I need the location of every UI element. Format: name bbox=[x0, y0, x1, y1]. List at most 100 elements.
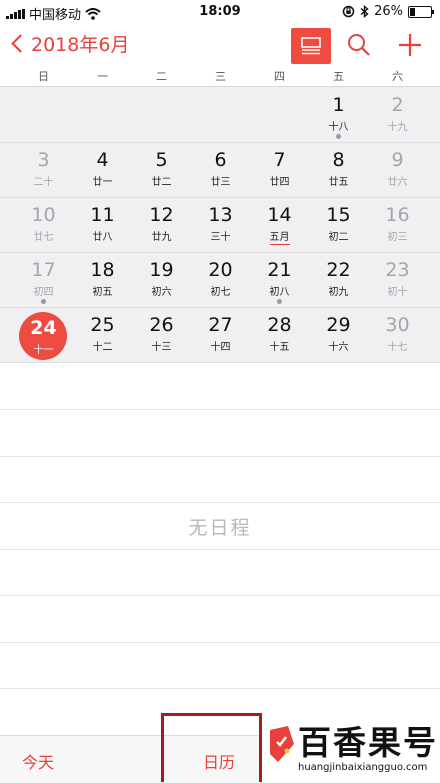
day-number: 23 bbox=[385, 259, 410, 281]
search-icon bbox=[348, 34, 370, 56]
lunar-date: 十三 bbox=[151, 342, 172, 353]
day-number: 4 bbox=[96, 149, 109, 171]
divider bbox=[0, 688, 440, 689]
day-cell[interactable]: 5 廿二 bbox=[132, 142, 191, 197]
lunar-date: 廿六 bbox=[387, 177, 408, 188]
day-cell[interactable]: 22 初九 bbox=[309, 252, 368, 307]
day-cell[interactable]: 15 初二 bbox=[309, 197, 368, 252]
day-cell[interactable]: 8 廿五 bbox=[309, 142, 368, 197]
lunar-date: 廿九 bbox=[151, 232, 172, 243]
day-cell[interactable]: 25 十二 bbox=[73, 307, 132, 362]
annotation-highlight-frame bbox=[161, 713, 262, 782]
plus-icon bbox=[399, 34, 421, 56]
lunar-date: 廿三 bbox=[210, 177, 231, 188]
day-number: 16 bbox=[385, 204, 410, 226]
back-to-month-button[interactable]: 2018年6月 bbox=[10, 30, 129, 57]
day-number: 8 bbox=[332, 149, 345, 171]
day-cell[interactable]: 17 初四 bbox=[14, 252, 73, 307]
lunar-date: 廿五 bbox=[328, 177, 349, 188]
divider bbox=[0, 409, 440, 410]
weekday-thu: 四 bbox=[274, 70, 285, 83]
day-cell[interactable]: 14 五月 bbox=[250, 197, 309, 252]
day-cell[interactable]: 27 十四 bbox=[191, 307, 250, 362]
day-cell[interactable]: 12 廿九 bbox=[132, 197, 191, 252]
lunar-date: 十六 bbox=[328, 342, 349, 353]
weekday-sat: 六 bbox=[392, 70, 403, 83]
day-cell[interactable]: 6 廿三 bbox=[191, 142, 250, 197]
lunar-date: 廿七 bbox=[33, 232, 54, 243]
today-button[interactable]: 今天 bbox=[22, 749, 54, 773]
day-number: 30 bbox=[385, 314, 410, 336]
day-cell[interactable]: 30 十七 bbox=[368, 307, 427, 362]
divider bbox=[0, 502, 440, 503]
day-cell[interactable]: 2 十九 bbox=[368, 87, 427, 142]
day-cell[interactable]: 23 初十 bbox=[368, 252, 427, 307]
day-cell[interactable]: 3 二十 bbox=[14, 142, 73, 197]
day-cell[interactable]: 1 十八 bbox=[309, 87, 368, 142]
day-cell[interactable]: 19 初六 bbox=[132, 252, 191, 307]
day-cell[interactable]: 29 十六 bbox=[309, 307, 368, 362]
day-cell[interactable]: 10 廿七 bbox=[14, 197, 73, 252]
day-cell[interactable]: 18 初五 bbox=[73, 252, 132, 307]
day-number: 3 bbox=[37, 149, 50, 171]
watermark-url: huangjinbaixiangguo.com bbox=[298, 762, 428, 773]
day-number: 11 bbox=[90, 204, 115, 226]
week-row: 17 初四 18 初五 19 初六 20 初七 21 初八 22 初九 23 初十 bbox=[0, 252, 440, 308]
lunar-date: 十七 bbox=[387, 342, 408, 353]
day-number: 5 bbox=[155, 149, 168, 171]
lunar-date: 廿八 bbox=[92, 232, 113, 243]
weekday-mon: 一 bbox=[97, 70, 108, 83]
day-number: 19 bbox=[149, 259, 174, 281]
week-row: 1 十八 2 十九 bbox=[0, 87, 440, 143]
day-cell[interactable]: 4 廿一 bbox=[73, 142, 132, 197]
battery-percent: 26% bbox=[374, 4, 403, 19]
divider bbox=[0, 456, 440, 457]
day-number: 26 bbox=[149, 314, 174, 336]
status-bar: 中国移动 18:09 26% bbox=[0, 0, 440, 24]
lunar-date: 初六 bbox=[151, 287, 172, 298]
events-list: 无日程 bbox=[0, 363, 440, 735]
bluetooth-icon bbox=[360, 5, 369, 18]
add-event-button[interactable] bbox=[397, 32, 423, 58]
day-cell[interactable]: 21 初八 bbox=[250, 252, 309, 307]
day-cell[interactable]: 20 初七 bbox=[191, 252, 250, 307]
day-number: 1 bbox=[332, 94, 345, 116]
day-number: 15 bbox=[326, 204, 351, 226]
list-view-icon bbox=[301, 37, 321, 55]
day-cell[interactable]: 28 十五 bbox=[250, 307, 309, 362]
lunar-date: 十八 bbox=[328, 122, 349, 133]
event-dot bbox=[336, 134, 341, 139]
lunar-date: 初七 bbox=[210, 287, 231, 298]
weekday-header: 日 一 二 三 四 五 六 bbox=[0, 68, 440, 86]
day-cell[interactable]: 16 初三 bbox=[368, 197, 427, 252]
day-cell[interactable]: 13 三十 bbox=[191, 197, 250, 252]
day-number: 10 bbox=[31, 204, 56, 226]
chevron-left-icon bbox=[11, 34, 30, 53]
list-view-button[interactable] bbox=[291, 28, 331, 64]
weekday-tue: 二 bbox=[156, 70, 167, 83]
empty-day-cell bbox=[191, 87, 250, 142]
event-dot bbox=[277, 299, 282, 304]
day-number: 14 bbox=[267, 204, 292, 226]
day-number: 27 bbox=[208, 314, 233, 336]
weekday-fri: 五 bbox=[333, 70, 344, 83]
month-grid: 1 十八 2 十九 3 二十 4 廿一 5 廿二 6 廿三 7 廿四 8 廿五 9 廿六 10 廿七 11 廿八 12 廿九 1… bbox=[0, 86, 440, 364]
lunar-month-start: 五月 bbox=[269, 232, 290, 245]
watermark-brand: 百香果号 bbox=[298, 723, 438, 762]
lunar-date: 廿二 bbox=[151, 177, 172, 188]
day-cell[interactable]: 9 廿六 bbox=[368, 142, 427, 197]
lunar-date: 初五 bbox=[92, 287, 113, 298]
back-label: 2018年6月 bbox=[31, 34, 130, 56]
day-cell[interactable]: 26 十三 bbox=[132, 307, 191, 362]
lunar-date: 初十 bbox=[387, 287, 408, 298]
divider bbox=[0, 549, 440, 550]
day-number: 24 bbox=[30, 317, 57, 339]
empty-day-cell bbox=[250, 87, 309, 142]
week-row: 10 廿七 11 廿八 12 廿九 13 三十 14 五月 15 初二 16 初三 bbox=[0, 197, 440, 253]
search-button[interactable] bbox=[346, 32, 372, 58]
day-number: 18 bbox=[90, 259, 115, 281]
day-cell[interactable]: 24 十一 bbox=[14, 307, 73, 362]
day-cell[interactable]: 11 廿八 bbox=[73, 197, 132, 252]
divider bbox=[0, 595, 440, 596]
day-cell[interactable]: 7 廿四 bbox=[250, 142, 309, 197]
